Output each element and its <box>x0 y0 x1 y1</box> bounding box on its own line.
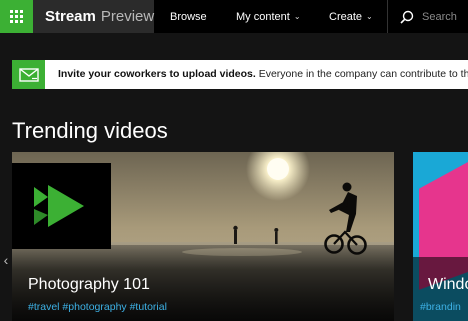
video-tags[interactable]: #travel #photography #tutorial <box>28 301 167 313</box>
search-input[interactable]: Search <box>387 0 468 33</box>
brand-logo[interactable]: Stream Preview <box>33 0 154 33</box>
search-icon <box>400 10 414 24</box>
waffle-icon <box>10 10 23 23</box>
search-placeholder: Search <box>422 10 457 23</box>
video-thumbnail <box>413 152 468 321</box>
video-tags[interactable]: #brandin <box>420 301 461 313</box>
chevron-left-icon: ‹ <box>3 252 9 268</box>
top-bar: Stream Preview Browse My content ⌄ Creat… <box>0 0 468 33</box>
brand-name: Stream <box>45 8 96 25</box>
video-card[interactable]: Windo #brandin <box>413 152 468 321</box>
nav-my-content-label: My content <box>236 10 290 23</box>
brand-sub: Preview <box>100 8 155 25</box>
chevron-down-icon: ⌄ <box>293 12 301 21</box>
nav-my-content[interactable]: My content ⌄ <box>236 0 301 33</box>
invite-banner-text: Invite your coworkers to upload videos. … <box>58 60 468 89</box>
nav-create-label: Create <box>329 10 363 23</box>
nav-create[interactable]: Create ⌄ <box>329 0 373 33</box>
video-card[interactable]: Photography 101 #travel #photography #tu… <box>12 152 394 321</box>
scroll-left-button[interactable]: ‹ <box>0 250 12 270</box>
mail-icon <box>12 60 45 89</box>
nav-browse[interactable]: Browse <box>170 0 207 33</box>
section-title: Trending videos <box>12 118 168 143</box>
app-launcher-button[interactable] <box>0 0 33 33</box>
nav-browse-label: Browse <box>170 10 207 23</box>
invite-banner-rest: Everyone in the company can contribute t… <box>258 68 468 80</box>
invite-banner[interactable]: Invite your coworkers to upload videos. … <box>12 60 468 89</box>
invite-banner-bold: Invite your coworkers to upload videos. <box>58 68 256 80</box>
video-title[interactable]: Photography 101 <box>28 276 150 294</box>
stream-logo-icon <box>12 163 111 249</box>
chevron-down-icon: ⌄ <box>366 12 373 21</box>
video-title[interactable]: Windo <box>428 276 468 294</box>
